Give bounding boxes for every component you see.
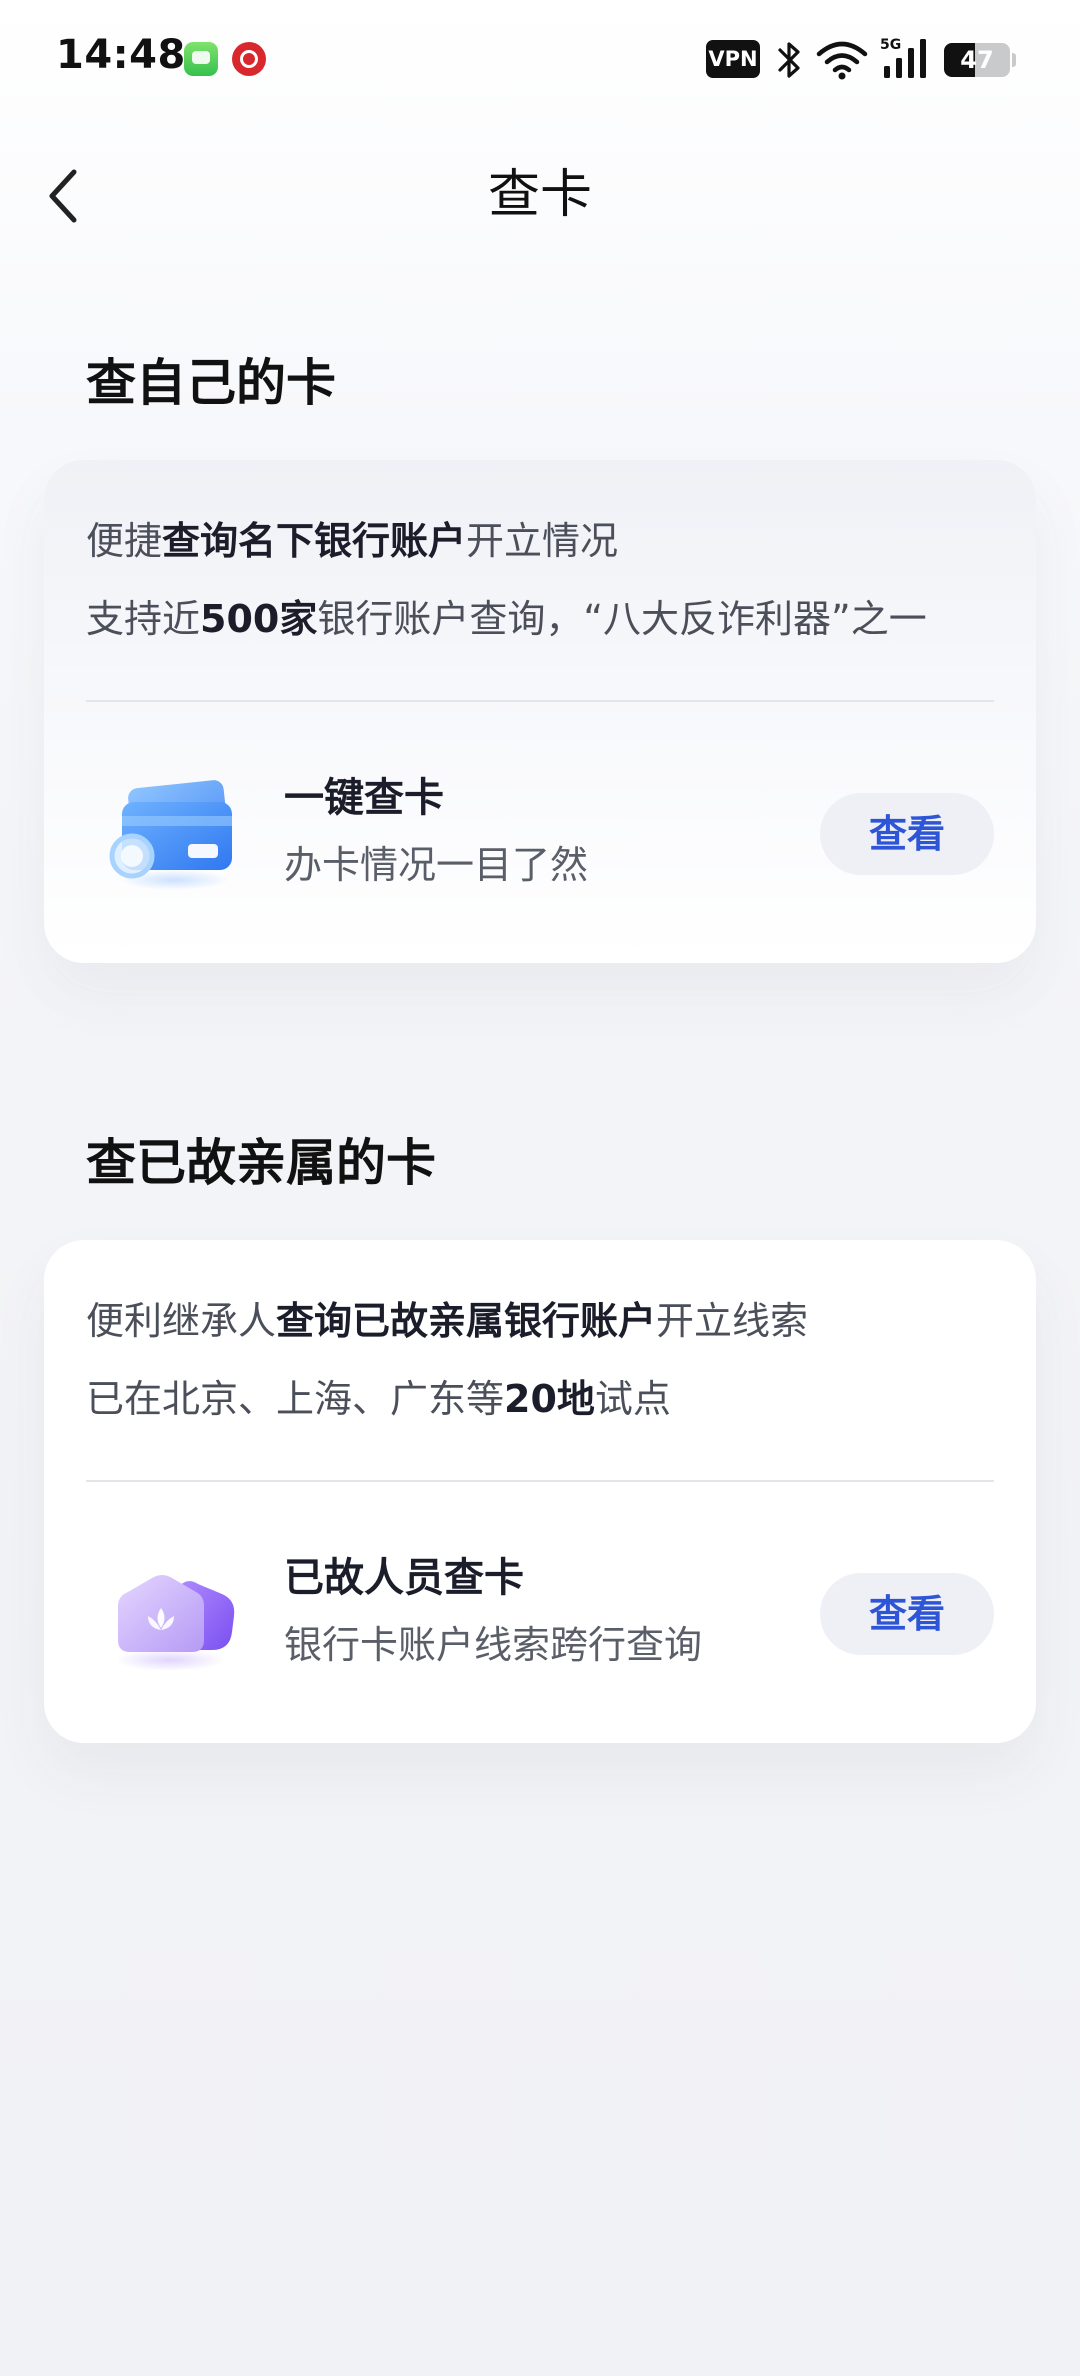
status-bar: 14:48 VPN 5G 47 <box>0 0 1080 120</box>
battery-cap <box>1012 53 1016 67</box>
lotus-card-icon <box>115 1575 235 1670</box>
bluetooth-icon <box>778 42 800 78</box>
divider <box>86 1480 994 1482</box>
description-text: 支持近 <box>86 597 201 641</box>
description-text: 便捷 <box>86 519 163 563</box>
description-highlight: 查询已故亲属银行账户 <box>276 1299 657 1343</box>
description-highlight: 500家 <box>200 597 318 641</box>
bank-app-icon <box>232 42 266 76</box>
network-type-label: 5G <box>880 37 901 53</box>
messages-app-icon <box>184 42 218 76</box>
status-time: 14:48 <box>56 32 186 78</box>
description-text: 试点 <box>594 1377 671 1421</box>
deceased-card-query-card: 便利继承人查询已故亲属银行账户开立线索 已在北京、上海、广东等20地试点 已故人… <box>44 1240 1036 1743</box>
feature-subtitle: 银行卡账户线索跨行查询 <box>284 1623 703 1667</box>
feature-subtitle: 办卡情况一目了然 <box>284 843 589 887</box>
description-text: 开立线索 <box>656 1299 809 1343</box>
feature-title: 已故人员查卡 <box>284 1555 524 1601</box>
view-own-cards-button[interactable]: 查看 <box>820 793 994 875</box>
bank-card-search-icon <box>109 780 232 890</box>
divider <box>86 700 994 702</box>
page-title: 查卡 <box>487 165 592 225</box>
view-deceased-cards-button[interactable]: 查看 <box>820 1573 994 1655</box>
description-text: 已在北京、上海、广东等 <box>86 1377 505 1421</box>
description-highlight: 20地 <box>504 1377 595 1421</box>
vpn-icon: VPN <box>706 40 760 78</box>
section-heading-deceased-cards: 查已故亲属的卡 <box>86 1134 436 1192</box>
description-line: 便捷查询名下银行账户开立情况 <box>86 514 618 568</box>
battery-icon: 47 <box>944 43 1010 77</box>
description-line: 支持近500家银行账户查询，“八大反诈利器”之一 <box>86 592 927 646</box>
description-text: 银行账户查询，“八大反诈利器”之一 <box>317 597 927 641</box>
own-card-query-card: 便捷查询名下银行账户开立情况 支持近500家银行账户查询，“八大反诈利器”之一 <box>44 460 1036 963</box>
section-heading-own-cards: 查自己的卡 <box>86 354 336 412</box>
feature-title: 一键查卡 <box>284 775 444 821</box>
description-highlight: 查询名下银行账户 <box>162 519 467 563</box>
description-text: 便利继承人 <box>86 1299 277 1343</box>
description-text: 开立情况 <box>466 519 619 563</box>
description-line: 便利继承人查询已故亲属银行账户开立线索 <box>86 1294 808 1348</box>
wifi-icon <box>816 41 868 80</box>
description-line: 已在北京、上海、广东等20地试点 <box>86 1372 671 1426</box>
cellular-signal-icon: 5G <box>880 37 926 78</box>
battery-level: 47 <box>960 46 994 74</box>
